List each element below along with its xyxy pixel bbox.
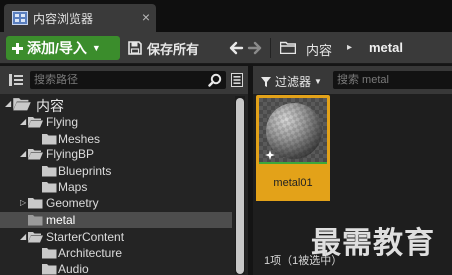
- expanded-arrow-icon[interactable]: ◢: [20, 149, 28, 158]
- save-all-label: 保存所有: [147, 41, 200, 57]
- folder-icon: [13, 98, 31, 111]
- tab-strip: 内容浏览器 ×: [0, 0, 452, 32]
- breadcrumb-separator-icon[interactable]: ▸: [347, 42, 352, 53]
- tree-item-label: Audio: [58, 262, 89, 275]
- search-icon[interactable]: [208, 73, 222, 87]
- sources-toggle-icon[interactable]: [9, 74, 23, 86]
- expanded-arrow-icon[interactable]: ◢: [20, 232, 28, 241]
- tree-item-label: StarterContent: [46, 230, 125, 244]
- tree-item[interactable]: Audio: [0, 261, 232, 275]
- chevron-down-icon: ▼: [91, 43, 101, 53]
- view-options-icon[interactable]: [231, 73, 243, 87]
- plus-icon: [12, 42, 23, 54]
- tree-item-label: Flying: [46, 115, 79, 129]
- folder-icon: [42, 166, 57, 177]
- tree-item[interactable]: metal: [0, 212, 232, 228]
- folder-tree: ◢ 内容 ◢ Flying Meshes ◢ FlyingBP Blueprints Maps ▷…: [0, 94, 232, 275]
- asset-thumbnail: [259, 98, 327, 164]
- asset-name: metal01: [273, 177, 313, 189]
- folder-icon: [42, 248, 57, 259]
- asset-search-input[interactable]: [337, 72, 449, 88]
- path-search-box: [30, 71, 226, 89]
- tree-item[interactable]: ▷ Geometry: [0, 195, 232, 211]
- asset-search-box: [333, 71, 452, 89]
- tree-item-label: Maps: [58, 180, 88, 194]
- folder-icon: [28, 232, 43, 243]
- tree-item[interactable]: ◢ StarterContent: [0, 229, 232, 245]
- back-arrow-icon[interactable]: [228, 40, 244, 56]
- filters-button[interactable]: 过滤器 ▼: [261, 73, 322, 90]
- tree-item-label: Geometry: [46, 196, 99, 210]
- tree-item[interactable]: ◢ 内容: [0, 95, 232, 114]
- folder-icon: [28, 215, 43, 226]
- chevron-down-icon: ▼: [314, 77, 322, 86]
- expanded-arrow-icon[interactable]: ◢: [20, 117, 28, 126]
- tree-item[interactable]: ◢ FlyingBP: [0, 146, 232, 162]
- tree-item[interactable]: Blueprints: [0, 163, 232, 179]
- watermark: 最需教育: [311, 226, 435, 261]
- tab-title: 内容浏览器: [33, 11, 94, 26]
- tree-scrollbar[interactable]: [235, 96, 245, 274]
- tree-item-label: 内容: [36, 98, 64, 114]
- folder-icon: [42, 182, 57, 193]
- folder-icon: [42, 264, 57, 275]
- tree-item[interactable]: Architecture: [0, 245, 232, 261]
- save-all-button[interactable]: 保存所有: [128, 36, 199, 60]
- tree-item-label: metal: [46, 213, 76, 227]
- folder-icon: [28, 149, 43, 160]
- close-icon[interactable]: ×: [142, 10, 150, 24]
- folder-icon: [280, 41, 296, 54]
- forward-arrow-icon[interactable]: [247, 40, 263, 56]
- folder-icon: [42, 134, 57, 145]
- folder-icon: [28, 117, 43, 128]
- scrollbar-thumb[interactable]: [236, 98, 244, 274]
- save-icon: [128, 41, 142, 55]
- breadcrumb-content[interactable]: 内容: [306, 40, 332, 59]
- filters-label: 过滤器: [275, 75, 312, 89]
- add-import-label: 添加/导入: [27, 40, 87, 56]
- tree-item[interactable]: ◢ Flying: [0, 114, 232, 130]
- folder-icon: [28, 198, 43, 209]
- filter-icon: [261, 76, 271, 87]
- collapsed-arrow-icon[interactable]: ▷: [20, 198, 28, 207]
- toolbar: 添加/导入 ▼ 保存所有 内容 ▸ metal: [0, 32, 452, 64]
- expanded-arrow-icon[interactable]: ◢: [5, 99, 13, 108]
- toolbar-divider: [270, 38, 271, 58]
- tree-item-label: Blueprints: [58, 164, 112, 178]
- path-search-input[interactable]: [34, 72, 204, 88]
- content-browser-icon: [12, 11, 28, 25]
- tree-item-label: Meshes: [58, 132, 101, 146]
- breadcrumb-metal[interactable]: metal: [369, 40, 403, 55]
- assets-header: 过滤器 ▼: [253, 66, 452, 94]
- tab-content-browser[interactable]: 内容浏览器 ×: [4, 4, 156, 32]
- asset-tile-metal01[interactable]: metal01: [256, 95, 330, 201]
- sources-header: [0, 66, 248, 94]
- tree-item-label: Architecture: [58, 246, 123, 260]
- tree-item-label: FlyingBP: [46, 147, 95, 161]
- sources-panel: ◢内容◢FlyingMeshes◢FlyingBPBlueprintsMaps▷…: [0, 66, 248, 275]
- tree-item[interactable]: Meshes: [0, 131, 232, 147]
- add-import-button[interactable]: 添加/导入 ▼: [6, 36, 120, 60]
- asset-badge-icon: [265, 150, 275, 160]
- tree-item[interactable]: Maps: [0, 179, 232, 195]
